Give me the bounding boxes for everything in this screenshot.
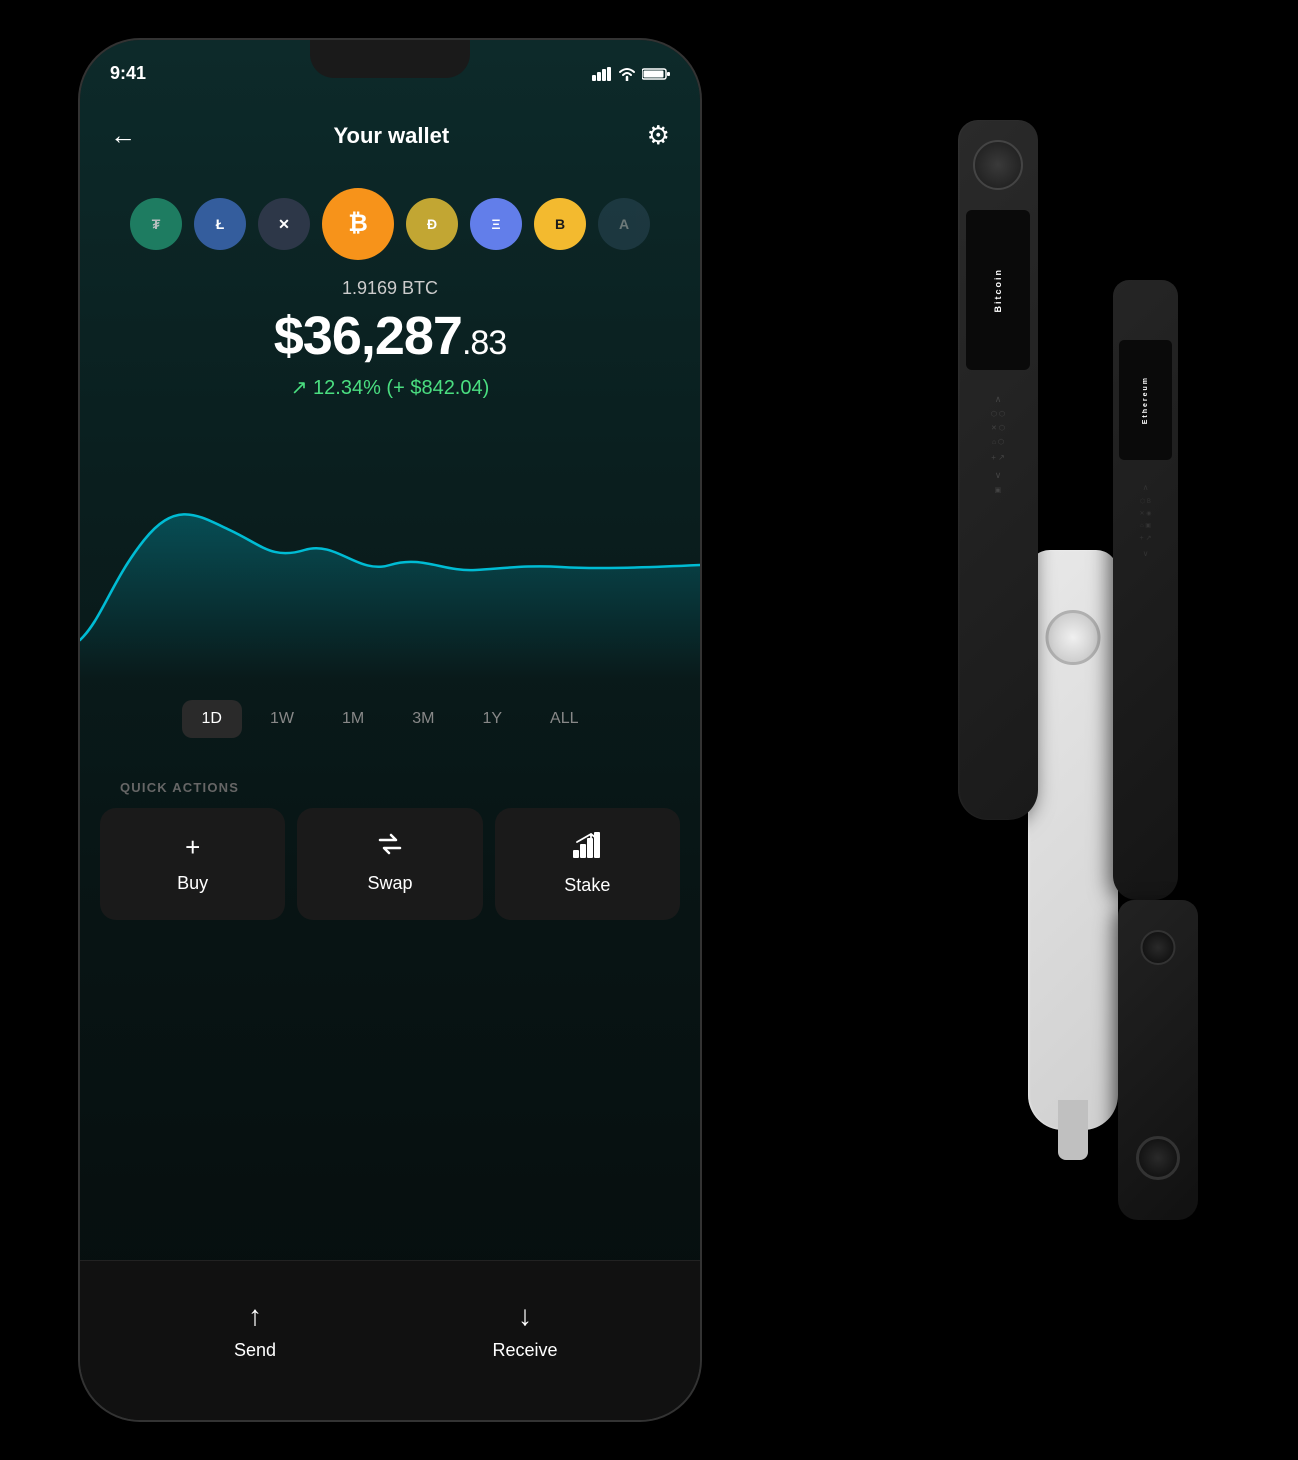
tab-1m[interactable]: 1M <box>322 700 384 738</box>
phone: 9:41 <box>80 40 700 1420</box>
coin-carousel: ₮ Ł ✕ ₿ Ð Ξ B A <box>80 188 700 260</box>
quick-actions: + Buy Swap <box>100 808 680 920</box>
tab-1d[interactable]: 1D <box>182 700 242 738</box>
balance-fiat-main: $36,287 <box>274 306 462 366</box>
phone-screen: 9:41 <box>80 40 700 1420</box>
send-button[interactable]: ↑ Send <box>175 1300 335 1361</box>
swap-icon <box>376 832 404 863</box>
scene: 9:41 <box>0 0 1298 1460</box>
send-label: Send <box>234 1340 276 1361</box>
device-bottom-circle <box>1136 1136 1180 1180</box>
time-tabs: 1D 1W 1M 3M 1Y ALL <box>80 700 700 738</box>
balance-fiat: $36,287.83 <box>80 305 700 367</box>
tab-all[interactable]: ALL <box>530 700 598 738</box>
device-top-button <box>973 140 1023 190</box>
receive-button[interactable]: ↓ Receive <box>445 1300 605 1361</box>
settings-button[interactable]: ⚙ <box>647 120 670 151</box>
device-screen: Bitcoin <box>966 210 1030 370</box>
swap-label: Swap <box>367 873 412 894</box>
stake-button[interactable]: Stake <box>495 808 680 920</box>
hardware-device-white <box>1028 550 1118 1130</box>
tab-1y[interactable]: 1Y <box>462 700 522 738</box>
balance-crypto: 1.9169 BTC <box>80 278 700 299</box>
stake-label: Stake <box>564 875 610 896</box>
buy-label: Buy <box>177 873 208 894</box>
tab-3m[interactable]: 3M <box>392 700 454 738</box>
buy-button[interactable]: + Buy <box>100 808 285 920</box>
hardware-device-bottom <box>1118 900 1198 1220</box>
hardware-device-black-tall: Bitcoin ∧ ⬡ ⬡ ✕ ⬡ ⌂ ⬡ + ↗ ∨ ▣ <box>958 120 1038 820</box>
quick-actions-label: QUICK ACTIONS <box>120 780 239 795</box>
send-icon: ↑ <box>248 1300 262 1332</box>
coin-bnb[interactable]: B <box>534 198 586 250</box>
coin-xrp[interactable]: ✕ <box>258 198 310 250</box>
bottom-bar: ↑ Send ↓ Receive <box>80 1260 700 1420</box>
device-screen-text: Bitcoin <box>993 268 1003 313</box>
tab-1w[interactable]: 1W <box>250 700 314 738</box>
notch <box>310 40 470 78</box>
coin-doge[interactable]: Ð <box>406 198 458 250</box>
coin-litecoin[interactable]: Ł <box>194 198 246 250</box>
device-slim-screen: Ethereum <box>1119 340 1172 460</box>
balance-change: ↗ 12.34% (+ $842.04) <box>80 375 700 400</box>
device-white-button <box>1046 610 1101 665</box>
back-button[interactable]: ← <box>110 120 136 151</box>
coin-algo[interactable]: A <box>598 198 650 250</box>
coin-tether[interactable]: ₮ <box>130 198 182 250</box>
coin-ethereum[interactable]: Ξ <box>470 198 522 250</box>
status-icons <box>592 67 670 81</box>
price-chart <box>80 420 700 680</box>
receive-icon: ↓ <box>518 1300 532 1332</box>
page-title: Your wallet <box>333 123 449 149</box>
signal-icon <box>592 67 612 81</box>
status-time: 9:41 <box>110 63 146 84</box>
wifi-icon <box>618 67 636 81</box>
chart-svg <box>80 420 700 680</box>
swap-button[interactable]: Swap <box>297 808 482 920</box>
receive-label: Receive <box>492 1340 557 1361</box>
hardware-device-black-slim: Ethereum ∧ ⬡ B ✕ ◉ ⌂ ▣ + ↗ ∨ <box>1113 280 1178 900</box>
balance-fiat-cents: .83 <box>462 324 506 362</box>
battery-icon <box>642 67 670 81</box>
balance-section: 1.9169 BTC $36,287.83 ↗ 12.34% (+ $842.0… <box>80 278 700 400</box>
device-connector <box>1058 1100 1088 1160</box>
header: ← Your wallet ⚙ <box>80 100 700 171</box>
buy-icon: + <box>185 832 200 863</box>
coin-bitcoin-active[interactable]: ₿ <box>322 188 394 260</box>
stake-icon <box>573 832 601 865</box>
